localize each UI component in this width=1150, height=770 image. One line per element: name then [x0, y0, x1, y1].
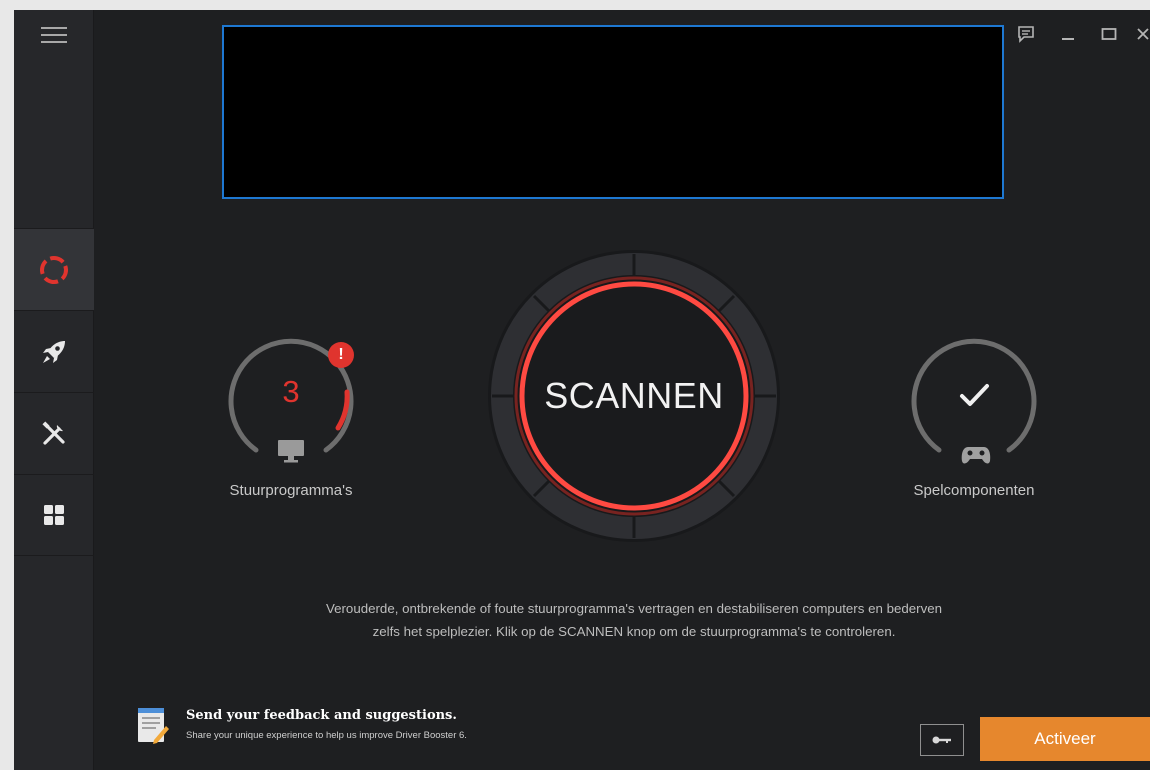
license-key-button[interactable]	[920, 724, 964, 756]
hamburger-icon	[41, 27, 67, 43]
description-line-1: Verouderde, ontbrekende of foute stuurpr…	[325, 601, 943, 616]
gamepad-icon	[961, 447, 991, 464]
game-components-gauge[interactable]	[907, 328, 1041, 462]
chat-icon	[1018, 26, 1034, 43]
close-icon	[1137, 28, 1149, 40]
minimize-button[interactable]	[1056, 24, 1080, 44]
checkmark-icon	[960, 384, 989, 406]
activate-button[interactable]: Activeer	[980, 717, 1150, 761]
redacted-banner	[222, 25, 1004, 199]
menu-button[interactable]	[14, 10, 94, 60]
tools-icon	[42, 420, 65, 445]
feedback-notepad-icon[interactable]	[136, 706, 170, 746]
feedback-subtitle: Share your unique experience to help us …	[186, 730, 467, 741]
outdated-driver-count: 3	[282, 374, 300, 409]
scan-lifebuoy-icon	[40, 255, 68, 284]
maximize-icon	[1101, 28, 1117, 40]
scan-button[interactable]: SCANNEN	[486, 375, 782, 417]
sidebar-item-scan[interactable]	[14, 228, 94, 310]
close-button[interactable]	[1136, 24, 1150, 44]
minimize-icon	[1062, 38, 1074, 40]
sidebar-item-boost[interactable]	[14, 310, 94, 392]
app-window: ! 3 Stuurprogramma's SCANNEN Spelcompone…	[14, 10, 1150, 770]
monitor-icon	[278, 440, 304, 463]
description-line-2: zelfs het spelplezier. Klik op de SCANNE…	[372, 624, 896, 639]
sidebar-item-tools[interactable]	[14, 392, 94, 474]
feedback-chat-button[interactable]	[1014, 24, 1038, 44]
feedback-title[interactable]: Send your feedback and suggestions.	[186, 708, 457, 723]
sidebar-item-toolbox[interactable]	[14, 474, 94, 556]
game-components-label: Spelcomponenten	[913, 482, 1035, 499]
grid-icon	[44, 505, 64, 525]
rocket-icon	[43, 340, 65, 363]
alert-badge: !	[328, 342, 354, 368]
drivers-label: Stuurprogramma's	[229, 482, 353, 499]
maximize-button[interactable]	[1097, 24, 1121, 44]
scan-description: Verouderde, ontbrekende of foute stuurpr…	[194, 597, 1074, 643]
sidebar	[14, 10, 94, 770]
key-icon	[932, 736, 951, 744]
